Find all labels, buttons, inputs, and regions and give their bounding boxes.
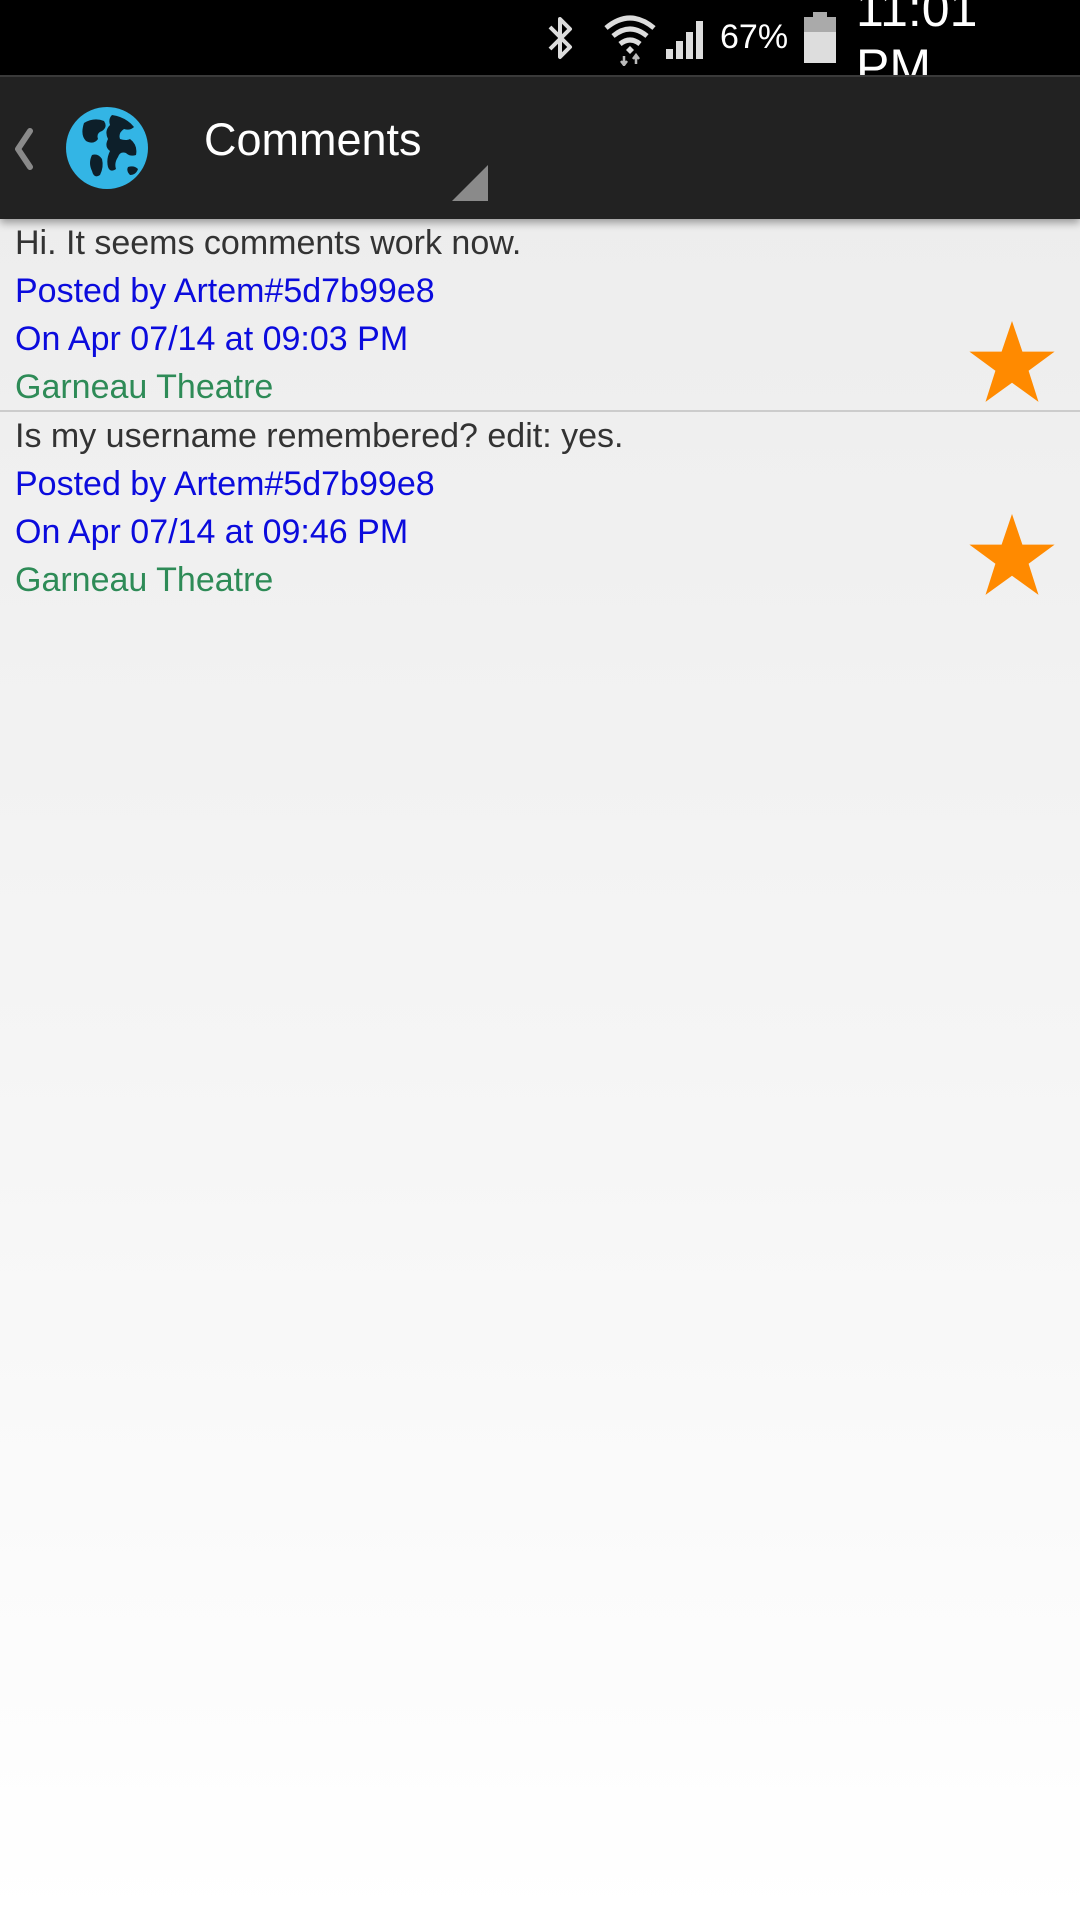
comment-item[interactable]: Is my username remembered? edit: yes. Po… (0, 412, 1080, 605)
globe-icon[interactable] (64, 105, 150, 191)
page-title: Comments (204, 114, 422, 165)
comment-author: Posted by Artem#5d7b99e8 (15, 465, 435, 503)
bluetooth-icon (540, 0, 580, 75)
comment-date: On Apr 07/14 at 09:46 PM (15, 513, 409, 551)
star-icon[interactable] (968, 514, 1056, 598)
comment-text: Hi. It seems comments work now. (15, 224, 522, 262)
view-spinner[interactable]: Comments (190, 77, 500, 217)
star-icon[interactable] (968, 321, 1056, 405)
spinner-corner-icon (452, 165, 488, 201)
back-caret-icon[interactable] (8, 119, 38, 179)
wifi-icon (602, 0, 658, 75)
battery-percent: 67% (720, 18, 789, 56)
battery-icon (800, 0, 840, 75)
action-bar: Comments (0, 75, 1080, 219)
signal-icon (662, 0, 712, 75)
comment-text: Is my username remembered? edit: yes. (15, 417, 624, 455)
comments-list: Hi. It seems comments work now. Posted b… (0, 219, 1080, 605)
comment-date: On Apr 07/14 at 09:03 PM (15, 320, 409, 358)
comment-author: Posted by Artem#5d7b99e8 (15, 272, 435, 310)
comment-location: Garneau Theatre (15, 561, 274, 599)
status-bar: 67% 11:01 PM (0, 0, 1080, 95)
comment-location: Garneau Theatre (15, 368, 274, 406)
clock: 11:01 PM (856, 0, 978, 95)
comment-item[interactable]: Hi. It seems comments work now. Posted b… (0, 219, 1080, 412)
